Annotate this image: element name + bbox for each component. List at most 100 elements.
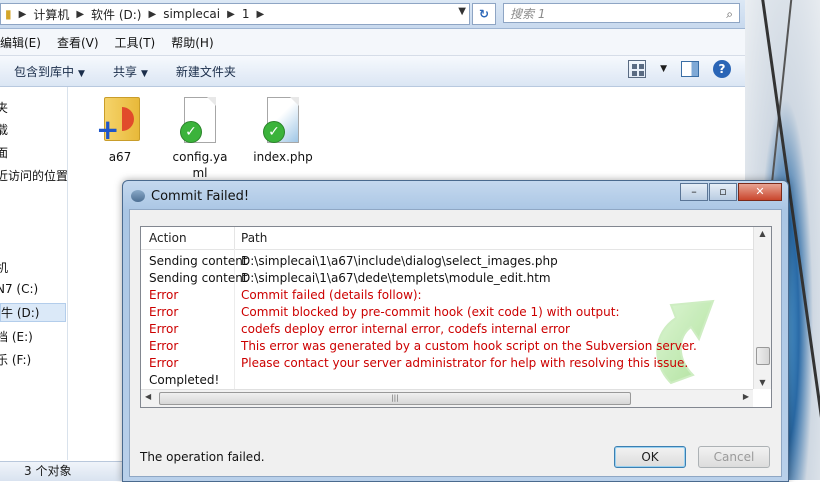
row-path: Please contact your server administrator… [241,356,689,370]
svn-normal-overlay-icon: ✓ [263,121,285,143]
search-placeholder: 搜索 1 [510,7,546,21]
nav-item-downloads[interactable]: 载 [0,121,8,138]
chevron-right-icon[interactable]: ▶ [146,9,160,20]
folder-icon: ▮ [5,7,12,21]
row-action: Error [149,356,179,370]
refresh-button[interactable]: ↻ [472,3,496,25]
chevron-down-icon: ▼ [78,68,85,79]
chevron-right-icon[interactable]: ▶ [73,9,87,20]
column-header-action[interactable]: Action [149,231,187,245]
file-item-config-yaml[interactable]: ✓ config.yaml [168,97,232,181]
commit-failed-dialog: Commit Failed! – ▫ ✕ Action Path Sending… [122,180,789,482]
folder-icon: + [96,97,140,145]
search-input[interactable]: 搜索 1 ⌕ [503,3,740,23]
breadcrumb-drive-d[interactable]: 软件 (D:) [87,6,145,23]
column-header-path[interactable]: Path [241,231,267,245]
object-count: 3 个对象 [24,464,72,478]
views-dropdown-icon[interactable]: ▼ [660,64,667,74]
menu-help[interactable]: 帮助(H) [163,34,221,51]
table-row[interactable]: Sending content D:\simplecai\1\a67\dede\… [141,270,753,287]
file-item-a67[interactable]: + a67 [88,97,152,165]
include-in-library-label: 包含到库中 [14,64,75,79]
commit-log-list[interactable]: Action Path Sending content D:\simplecai… [140,226,772,408]
close-button[interactable]: ✕ [738,183,782,201]
table-row[interactable]: Sending content D:\simplecai\1\a67\inclu… [141,253,753,270]
dialog-title: Commit Failed! [151,189,250,204]
chevron-right-icon[interactable]: ▶ [253,9,267,20]
row-action: Completed! [149,373,220,387]
file-name: a67 [108,150,132,164]
help-icon[interactable]: ? [713,60,731,78]
menu-tools[interactable]: 工具(T) [107,34,164,51]
table-row[interactable]: Error Commit failed (details follow): [141,287,753,304]
row-path: Commit failed (details follow): [241,288,422,302]
scroll-thumb[interactable]: ||| [159,392,631,405]
php-file-icon: ✓ [263,97,303,145]
horizontal-scrollbar[interactable]: ◀ ||| ▶ [141,389,753,407]
chevron-right-icon[interactable]: ▶ [224,9,238,20]
share-label: 共享 [112,64,137,79]
scroll-up-icon[interactable]: ▲ [754,229,771,238]
row-action: Error [149,339,179,353]
command-bar: 包含到库中 ▼ 共享 ▼ 新建文件夹 ▼ ? [0,56,745,87]
search-icon[interactable]: ⌕ [726,4,733,24]
table-row[interactable]: Completed! [141,372,753,389]
address-field[interactable]: ▮ ▶ 计算机 ▶ 软件 (D:) ▶ simplecai ▶ 1 ▶ ▼ [0,3,470,25]
nav-item-drive-d[interactable]: 牛 (D:) [0,303,66,322]
breadcrumb-computer[interactable]: 计算机 [29,6,73,23]
chevron-down-icon: ▼ [140,68,148,79]
new-folder-button[interactable]: 新建文件夹 [162,63,250,80]
breadcrumb-1[interactable]: 1 [238,7,254,21]
menu-edit[interactable]: 编辑(E) [0,34,49,51]
window-controls: – ▫ ✕ [680,183,782,201]
scroll-left-icon[interactable]: ◀ [145,392,151,401]
nav-item-drive-e[interactable]: 档 (E:) [0,328,33,345]
minimize-button[interactable]: – [680,183,708,201]
nav-item-computer[interactable]: 机 [0,259,8,276]
table-row[interactable]: Error Commit blocked by pre-commit hook … [141,304,753,321]
column-divider[interactable] [234,227,235,249]
share-button[interactable]: 共享 ▼ [99,63,162,80]
nav-item-recent-places[interactable]: 近访问的位置 [0,167,67,184]
row-action: Error [149,288,179,302]
nav-item-drive-c[interactable]: N7 (C:) [0,282,38,296]
list-header: Action Path [141,227,753,250]
scroll-right-icon[interactable]: ▶ [743,392,749,401]
nav-item-drive-f[interactable]: 乐 (F:) [0,351,31,368]
table-row[interactable]: Error This error was generated by a cust… [141,338,753,355]
tortoisesvn-icon [131,190,145,202]
menu-view[interactable]: 查看(V) [49,34,107,51]
address-dropdown-icon[interactable]: ▼ [458,6,466,17]
vertical-scrollbar[interactable]: ▲ ▼ [753,227,771,389]
include-in-library-button[interactable]: 包含到库中 ▼ [0,63,99,80]
dialog-body: Action Path Sending content D:\simplecai… [129,209,782,477]
breadcrumb-simplecai[interactable]: simplecai [159,7,224,21]
row-path: This error was generated by a custom hoo… [241,339,697,353]
maximize-button[interactable]: ▫ [709,183,737,201]
scroll-thumb[interactable] [756,347,770,365]
document-icon: ✓ [180,97,220,145]
chevron-right-icon[interactable]: ▶ [16,9,30,20]
row-path: D:\simplecai\1\a67\include\dialog\select… [241,254,558,268]
row-path: D:\simplecai\1\a67\dede\templets\module_… [241,271,551,285]
row-action: Sending content [149,271,248,285]
row-path: Commit blocked by pre-commit hook (exit … [241,305,620,319]
row-action: Sending content [149,254,248,268]
svn-added-overlay-icon: + [96,113,120,146]
nav-item-desktop[interactable]: 面 [0,144,8,161]
preview-pane-icon[interactable] [681,61,699,77]
cancel-button[interactable]: Cancel [698,446,770,468]
scroll-down-icon[interactable]: ▼ [754,378,771,387]
views-icon[interactable] [628,60,647,78]
table-row[interactable]: Error codefs deploy error internal error… [141,321,753,338]
file-name: config.yaml [172,150,228,180]
ok-button[interactable]: OK [614,446,686,468]
row-action: Error [149,322,179,336]
row-path: codefs deploy error internal error, code… [241,322,570,336]
navigation-pane: 夹 载 面 近访问的位置 机 N7 (C:) 牛 (D:) 档 (E:) 乐 (… [0,87,68,460]
operation-status-text: The operation failed. [140,450,265,464]
nav-item-favorites[interactable]: 夹 [0,99,8,116]
svn-normal-overlay-icon: ✓ [180,121,202,143]
table-row[interactable]: Error Please contact your server adminis… [141,355,753,372]
file-item-index-php[interactable]: ✓ index.php [251,97,315,165]
